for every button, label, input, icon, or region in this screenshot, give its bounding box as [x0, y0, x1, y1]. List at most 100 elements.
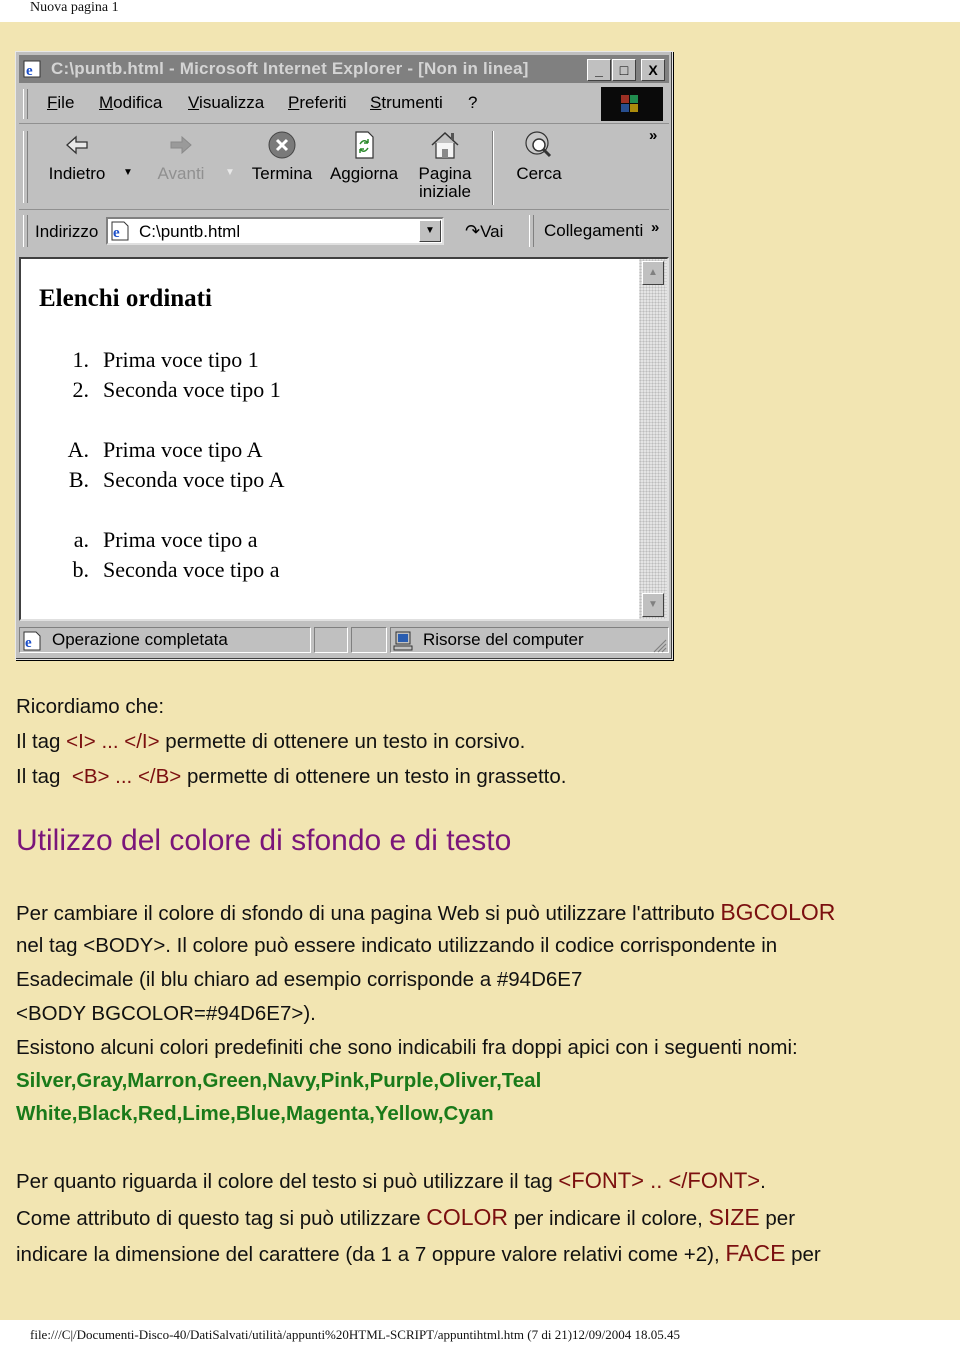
toolbar-more-chevron-icon[interactable]: »	[649, 127, 657, 144]
para1-line1: Per cambiare il colore di sfondo di una …	[16, 899, 835, 926]
list-item-text: Prima voce tipo A	[103, 437, 263, 462]
page-ie-icon: e	[23, 631, 41, 651]
menu-bar: File Modifica Visualizza Preferiti Strum…	[19, 85, 669, 124]
para2-intro: Esistono alcuni colori predefiniti che s…	[16, 1036, 798, 1059]
menu-modifica[interactable]: Modifica	[99, 93, 162, 113]
page-viewport: Elenchi ordinati 1. Prima voce tipo 1 2.…	[19, 257, 669, 621]
section-heading: Utilizzo del colore di sfondo e di testo	[16, 824, 512, 857]
italic-tag-line: Il tag <I> ... </I> permette di ottenere…	[16, 730, 525, 754]
tag-font: <FONT> .. </FONT>	[558, 1168, 761, 1193]
go-label: Vai	[480, 222, 504, 241]
svg-text:e: e	[25, 635, 32, 651]
remember-line: Ricordiamo che:	[16, 695, 165, 718]
address-bar: Indirizzo e C:\puntb.html ▼ ↷Vai Collega…	[19, 211, 669, 251]
attr-bgcolor: BGCOLOR	[720, 899, 836, 925]
color-names-line2: White,Black,Red,Lime,Blue,Magenta,Yellow…	[16, 1102, 494, 1125]
text: permette di ottenere un testo in grasset…	[181, 765, 567, 788]
search-label: Cerca	[516, 164, 562, 183]
links-grip[interactable]	[529, 215, 534, 247]
page-content: Elenchi ordinati 1. Prima voce tipo 1 2.…	[21, 259, 639, 619]
close-button[interactable]: X	[641, 59, 665, 81]
stop-label: Termina	[251, 164, 313, 183]
go-button[interactable]: ↷Vai	[465, 221, 503, 242]
address-dropdown-button[interactable]: ▼	[419, 220, 441, 242]
address-value: C:\puntb.html	[139, 222, 241, 241]
text: per	[785, 1243, 821, 1266]
forward-label: Avanti	[157, 164, 205, 183]
list-marker: b.	[72, 557, 90, 582]
home-label-line2: iniziale	[419, 182, 471, 201]
back-arrow-icon	[66, 135, 88, 155]
back-dropdown-icon[interactable]: ▼	[123, 167, 133, 178]
address-input[interactable]: e C:\puntb.html ▼	[106, 217, 444, 245]
para1-line4: <BODY BGCOLOR=#94D6E7>).	[16, 1002, 316, 1025]
list-marker: 1.	[72, 347, 90, 372]
computer-icon	[393, 631, 413, 651]
status-pane-empty	[351, 627, 387, 653]
text: indicare la dimensione del carattere (da…	[16, 1243, 726, 1266]
pdf-footer: file:///C|/Documenti-Disco-40/DatiSalvat…	[0, 1320, 960, 1345]
minimize-button[interactable]: _	[587, 59, 611, 81]
list-item: 1. Prima voce tipo 1	[73, 347, 259, 373]
scroll-up-button[interactable]: ▲	[642, 261, 664, 285]
menu-strumenti[interactable]: Strumenti	[370, 93, 443, 113]
forward-dropdown-icon[interactable]: ▼	[225, 167, 235, 178]
tag-italic: <I> ... </I>	[66, 730, 160, 753]
list-item-text: Seconda voce tipo A	[103, 467, 285, 492]
page-ie-icon: e	[111, 221, 129, 241]
text: per indicare il colore,	[508, 1207, 709, 1230]
stop-button[interactable]: Termina	[249, 129, 315, 183]
title-bar: e C:\puntb.html - Microsoft Internet Exp…	[19, 55, 669, 83]
attr-color: COLOR	[426, 1204, 509, 1230]
text: permette di ottenere un testo in corsivo…	[159, 730, 526, 753]
menu-file[interactable]: File	[47, 93, 74, 113]
attr-size: SIZE	[708, 1204, 760, 1230]
resize-grip-icon[interactable]	[651, 637, 667, 653]
menu-grip[interactable]	[23, 89, 28, 119]
toolbar-separator	[492, 131, 494, 205]
list-marker: B.	[68, 467, 89, 492]
list-marker: 2.	[72, 377, 90, 402]
vertical-scrollbar[interactable]: ▲ ▼	[639, 259, 667, 619]
toolbar-grip[interactable]	[23, 131, 28, 203]
para1-line2: nel tag <BODY>. Il colore può essere ind…	[16, 934, 778, 957]
refresh-label: Aggiorna	[329, 164, 399, 183]
refresh-icon	[355, 131, 374, 159]
home-icon	[431, 131, 459, 159]
ie-logo-icon: e	[23, 60, 41, 78]
search-button[interactable]: Cerca	[511, 129, 567, 183]
scroll-down-button[interactable]: ▼	[642, 593, 664, 617]
standard-toolbar: Indietro ▼ Avanti ▼ Termina Aggiorna Pag…	[19, 125, 669, 210]
menu-visualizza[interactable]: Visualizza	[188, 93, 264, 113]
para1-line3: Esadecimale (il blu chiaro ad esempio co…	[16, 968, 583, 991]
address-label: Indirizzo	[35, 222, 99, 241]
search-globe-icon	[525, 131, 552, 158]
svg-text:e: e	[26, 63, 33, 78]
list-item-text: Seconda voce tipo a	[103, 557, 280, 582]
zone-text: Risorse del computer	[423, 630, 584, 649]
list-item: 2. Seconda voce tipo 1	[73, 377, 281, 403]
address-grip[interactable]	[23, 215, 28, 247]
maximize-button[interactable]: □	[612, 59, 636, 81]
tag-bold: <B> ... </B>	[71, 765, 182, 788]
home-button[interactable]: Pagina iniziale	[415, 129, 475, 201]
attr-face: FACE	[725, 1240, 786, 1266]
menu-help[interactable]: ?	[468, 93, 477, 113]
go-arrow-icon: ↷	[465, 221, 481, 241]
refresh-button[interactable]: Aggiorna	[326, 129, 402, 183]
forward-button[interactable]: Avanti	[151, 129, 211, 183]
bold-tag-line: Il tag <B> ... </B> permette di ottenere…	[16, 765, 566, 789]
back-button[interactable]: Indietro	[47, 129, 107, 183]
windows-logo-icon	[601, 87, 663, 121]
text: Per cambiare il colore di sfondo di una …	[16, 902, 721, 925]
status-pane-zone: Risorse del computer	[390, 627, 669, 653]
menu-preferiti[interactable]: Preferiti	[288, 93, 347, 113]
text: Come attributo di questo tag si può util…	[16, 1207, 427, 1230]
links-more-chevron-icon[interactable]: »	[651, 219, 659, 236]
pdf-footer-path: file:///C|/Documenti-Disco-40/DatiSalvat…	[30, 1327, 681, 1342]
home-label-line1: Pagina	[418, 164, 472, 183]
window-title: C:\puntb.html - Microsoft Internet Explo…	[51, 59, 529, 78]
links-button[interactable]: Collegamenti	[544, 221, 643, 241]
pdf-header: Nuova pagina 1	[0, 0, 960, 22]
list-marker: A.	[67, 437, 89, 462]
